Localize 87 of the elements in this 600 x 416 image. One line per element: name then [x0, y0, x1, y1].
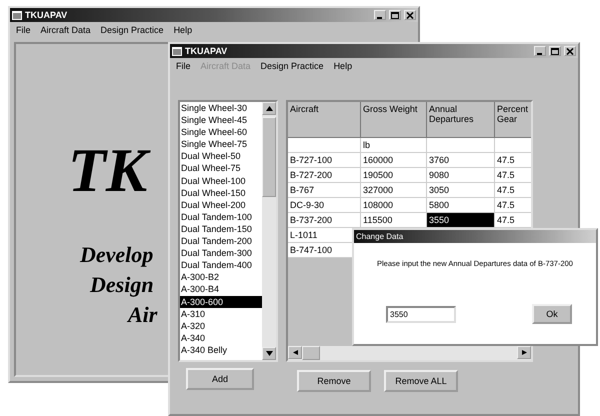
- menu-item[interactable]: Design Practice: [260, 61, 324, 71]
- table-cell[interactable]: B-737-200: [288, 213, 361, 228]
- menu-item[interactable]: File: [176, 61, 191, 71]
- list-item[interactable]: A-340 Belly: [180, 344, 262, 356]
- list-item[interactable]: Single Wheel-60: [180, 126, 262, 138]
- list-item[interactable]: A-300-600: [180, 296, 262, 308]
- aircraft-list[interactable]: [178, 100, 278, 362]
- table-cell[interactable]: 160000: [361, 153, 427, 168]
- table-cell[interactable]: 108000: [361, 198, 427, 213]
- close-icon: [406, 12, 414, 18]
- maximize-icon: [391, 12, 399, 18]
- menu-item[interactable]: Design Practice: [100, 25, 164, 35]
- maximize-icon: [551, 48, 559, 54]
- arrow-up-icon: [266, 106, 272, 111]
- scroll-left-button[interactable]: [288, 346, 302, 359]
- list-item[interactable]: A-340: [180, 332, 262, 344]
- table-cell[interactable]: 47.5: [495, 213, 531, 228]
- table-cell[interactable]: 115500: [361, 213, 427, 228]
- minimize-button[interactable]: [534, 46, 546, 56]
- arrow-left-icon: [292, 350, 298, 355]
- list-item[interactable]: Single Wheel-75: [180, 138, 262, 150]
- scroll-up-button[interactable]: [262, 102, 276, 115]
- scroll-right-button[interactable]: [517, 346, 531, 359]
- table-cell[interactable]: DC-9-30: [288, 198, 361, 213]
- table-cell: lb: [361, 138, 427, 153]
- list-item[interactable]: Dual Wheel-50: [180, 150, 262, 162]
- list-item[interactable]: Single Wheel-30: [180, 102, 262, 114]
- remove-all-button[interactable]: Remove ALL: [384, 370, 458, 392]
- scroll-down-button[interactable]: [262, 347, 276, 360]
- menu-item[interactable]: Help: [334, 61, 352, 71]
- splash-text: Air: [128, 301, 158, 329]
- table-cell: [427, 138, 495, 153]
- list-item[interactable]: Dual Tandem-100: [180, 210, 262, 223]
- table-cell[interactable]: 47.5: [495, 183, 531, 198]
- close-button[interactable]: [564, 46, 576, 56]
- column-header: Aircraft: [288, 102, 361, 138]
- table-cell[interactable]: 3550: [427, 213, 495, 228]
- list-item[interactable]: Dual Tandem-400: [180, 259, 262, 272]
- table-cell[interactable]: B-727-200: [288, 168, 361, 183]
- list-item[interactable]: Dual Tandem-200: [180, 235, 262, 248]
- list-item[interactable]: Dual Wheel-150: [180, 186, 262, 199]
- app-icon: [12, 10, 22, 20]
- list-item[interactable]: A-300-B4: [180, 283, 262, 296]
- dialog-title: Change Data: [354, 230, 596, 243]
- table-cell[interactable]: 9080: [427, 168, 495, 183]
- arrow-down-icon: [266, 351, 272, 356]
- table-cell[interactable]: 47.5: [495, 153, 531, 168]
- list-item[interactable]: Dual Wheel-200: [180, 198, 262, 211]
- list-item[interactable]: Dual Tandem-150: [180, 222, 262, 236]
- input-field[interactable]: 3550: [386, 306, 456, 322]
- splash-text: Design: [90, 271, 154, 299]
- menu-item[interactable]: Help: [174, 25, 192, 35]
- close-button[interactable]: [404, 10, 416, 20]
- table-cell[interactable]: 5800: [427, 198, 495, 213]
- window-title: TKUAPAV: [185, 46, 228, 56]
- table-cell[interactable]: 3760: [427, 153, 495, 168]
- list-item[interactable]: Single Wheel-45: [180, 114, 262, 126]
- table-cell[interactable]: 47.5: [495, 168, 531, 183]
- window-title: TKUAPAV: [25, 10, 68, 20]
- table-cell[interactable]: 327000: [361, 183, 427, 198]
- table-cell[interactable]: 190500: [361, 168, 427, 183]
- splash-text: Develop: [80, 241, 154, 269]
- remove-button[interactable]: Remove: [297, 370, 371, 392]
- add-button[interactable]: Add: [186, 368, 254, 390]
- table-cell[interactable]: 47.5: [495, 198, 531, 213]
- table-cell[interactable]: 3050: [427, 183, 495, 198]
- list-item[interactable]: A-300-B2: [180, 271, 262, 284]
- arrow-right-icon: [520, 350, 528, 355]
- close-icon: [566, 48, 574, 54]
- scroll-thumb[interactable]: [262, 117, 276, 197]
- list-item[interactable]: A-310: [180, 308, 262, 320]
- table-cell[interactable]: B-767: [288, 183, 361, 198]
- ok-button[interactable]: Ok: [532, 304, 572, 324]
- table-cell[interactable]: B-727-100: [288, 153, 361, 168]
- list-item[interactable]: Dual Wheel-100: [180, 174, 262, 187]
- column-header: Annual Departures: [427, 102, 495, 138]
- maximize-button[interactable]: [389, 10, 401, 20]
- menu-item[interactable]: Aircraft Data: [40, 25, 91, 35]
- minimize-button[interactable]: [374, 10, 386, 20]
- app-icon: [172, 46, 182, 56]
- list-item[interactable]: Dual Wheel-75: [180, 162, 262, 175]
- maximize-button[interactable]: [549, 46, 561, 56]
- list-item[interactable]: A-320: [180, 320, 262, 332]
- menu-item[interactable]: File: [16, 25, 31, 35]
- list-item[interactable]: Dual Tandem-300: [180, 247, 262, 260]
- column-header: Gross Weight: [361, 102, 427, 138]
- scroll-thumb[interactable]: [302, 346, 320, 360]
